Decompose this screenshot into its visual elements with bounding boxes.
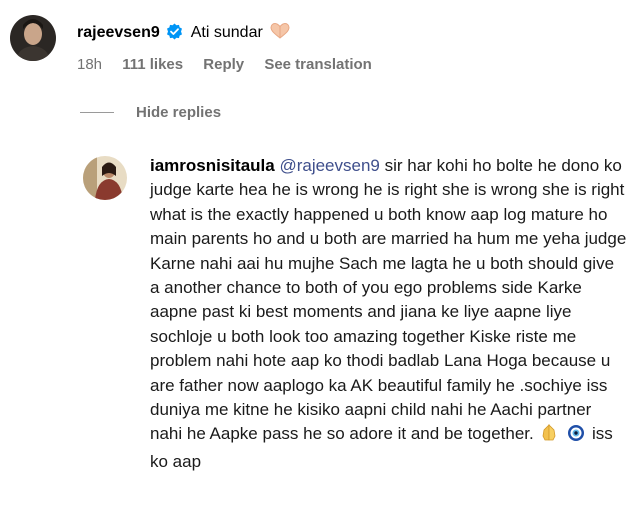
praying-hands-emoji-icon: [540, 424, 558, 449]
reply-avatar[interactable]: [83, 156, 127, 200]
hide-replies-label: Hide replies: [136, 104, 222, 121]
reply-comment: iamrosnisitaula @rajeevsen9 sir har kohi…: [150, 154, 628, 474]
reply-button[interactable]: Reply: [203, 56, 244, 73]
reply-body: sir har kohi ho bolte he dono ko judge k…: [150, 156, 627, 444]
heart-hands-emoji-icon: [269, 22, 291, 47]
reply-username[interactable]: iamrosnisitaula: [150, 156, 275, 175]
avatar[interactable]: [10, 15, 56, 61]
comment-text: Ati sundar: [190, 24, 263, 41]
see-translation-button[interactable]: See translation: [264, 56, 372, 73]
comment-username[interactable]: rajeevsen9: [77, 24, 160, 41]
hide-replies-button[interactable]: Hide replies: [80, 104, 221, 121]
divider-line: [80, 112, 114, 113]
verified-badge-icon: [166, 23, 183, 47]
comment-timestamp: 18h: [77, 56, 103, 73]
likes-count[interactable]: 111 likes: [122, 56, 183, 73]
comment-header: rajeevsen9 Ati sundar: [77, 22, 293, 47]
nazar-amulet-emoji-icon: [567, 424, 585, 449]
comment-meta: 18h 111 likes Reply See translation: [77, 56, 388, 73]
reply-mention[interactable]: @rajeevsen9: [279, 156, 379, 175]
